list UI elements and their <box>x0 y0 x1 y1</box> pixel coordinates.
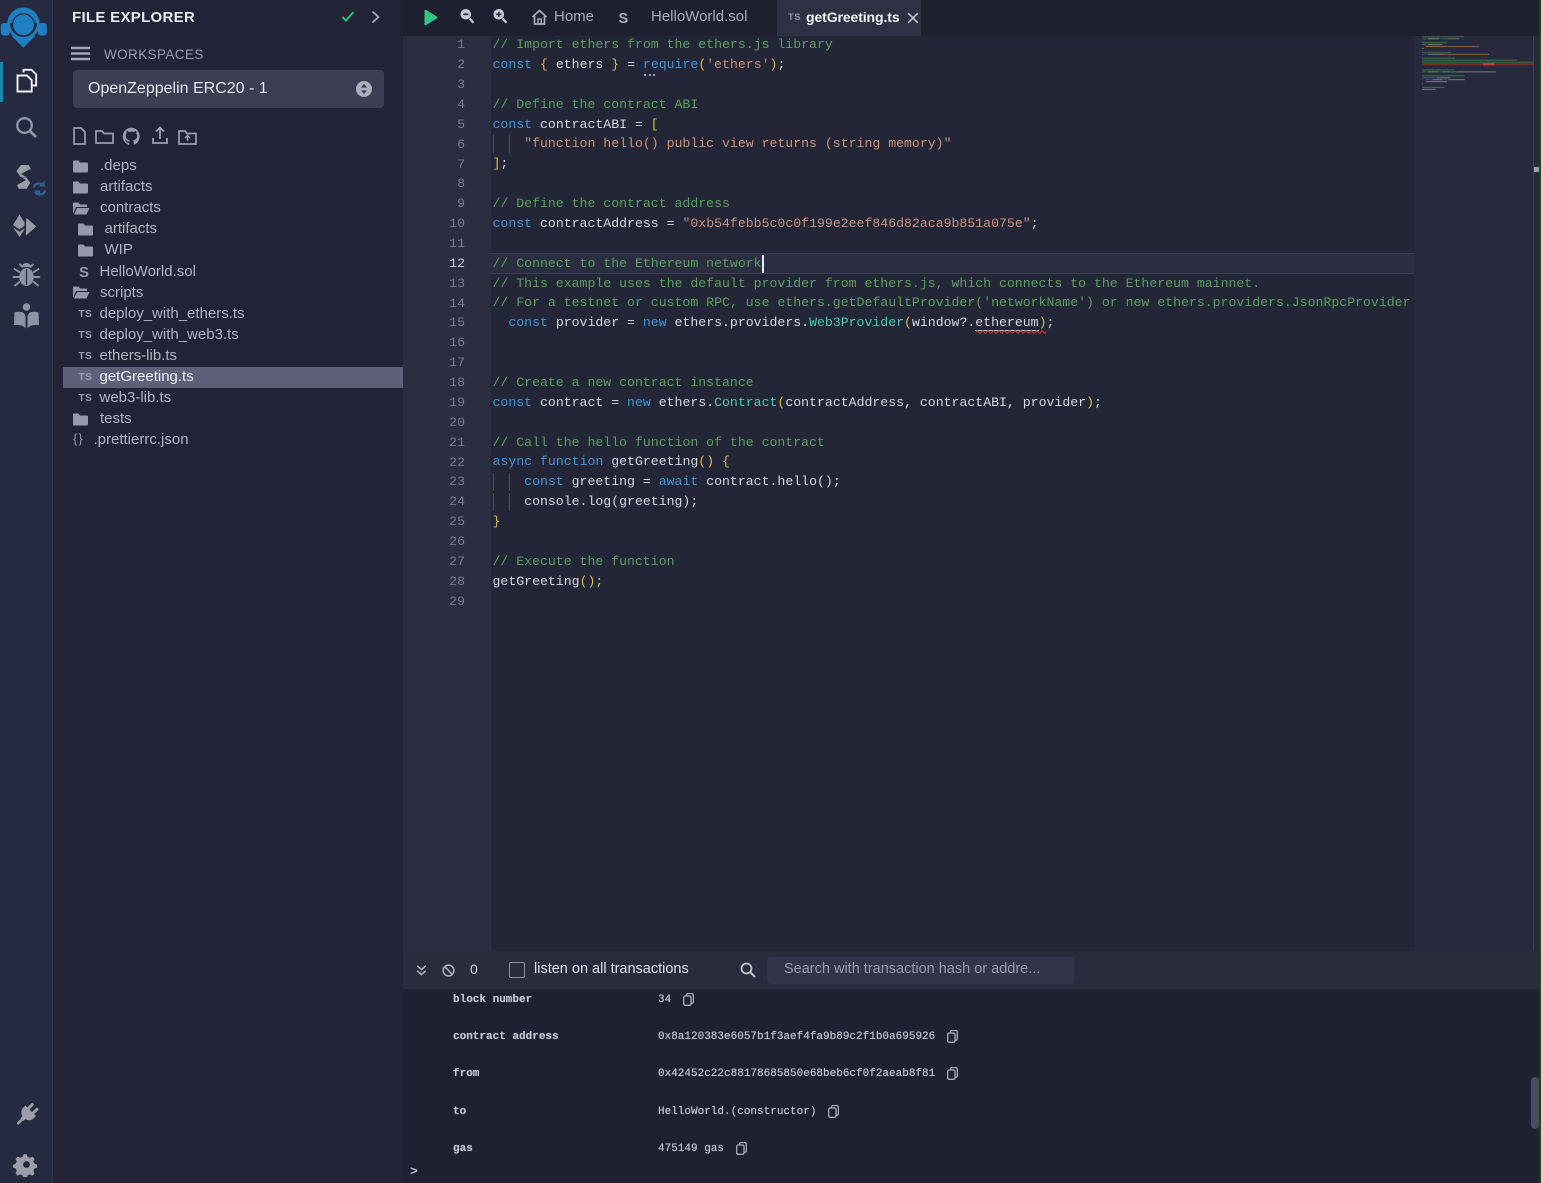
svg-text:S: S <box>619 11 629 26</box>
svg-text:S: S <box>79 264 89 280</box>
